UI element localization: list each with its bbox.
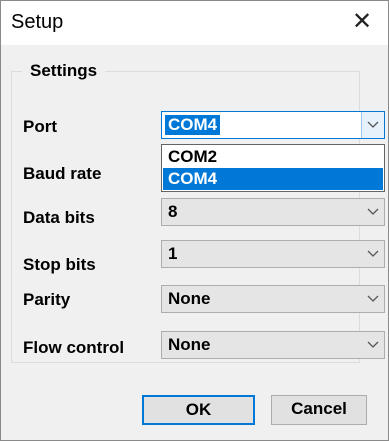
- data-bits-label: Data bits: [23, 208, 95, 227]
- parity-select[interactable]: None: [161, 285, 385, 313]
- close-icon[interactable]: ✕: [348, 8, 376, 36]
- stop-bits-select[interactable]: 1: [161, 240, 385, 268]
- settings-legend: Settings: [30, 61, 98, 80]
- chevron-down-icon[interactable]: [362, 286, 384, 312]
- flow-control-value: None: [168, 335, 211, 354]
- cancel-button[interactable]: Cancel: [271, 395, 367, 425]
- port-option-com4[interactable]: COM4: [163, 168, 383, 190]
- data-bits-select[interactable]: 8: [161, 198, 385, 226]
- parity-label: Parity: [23, 290, 71, 309]
- title-bar: Setup ✕: [1, 1, 388, 45]
- port-select-value: COM4: [165, 115, 221, 135]
- baud-rate-label: Baud rate: [23, 164, 102, 183]
- stop-bits-label: Stop bits: [23, 255, 96, 274]
- window-title: Setup: [11, 11, 64, 33]
- port-dropdown-list: COM2 COM4: [161, 144, 385, 192]
- data-bits-value: 8: [168, 202, 178, 221]
- ok-button[interactable]: OK: [142, 395, 255, 425]
- chevron-down-icon[interactable]: [361, 112, 384, 138]
- flow-control-label: Flow control: [23, 338, 125, 357]
- port-option-com2[interactable]: COM2: [163, 146, 383, 168]
- stop-bits-value: 1: [168, 244, 178, 263]
- chevron-down-icon[interactable]: [362, 199, 384, 225]
- parity-value: None: [168, 289, 211, 308]
- port-select[interactable]: COM4: [161, 111, 385, 139]
- port-label: Port: [23, 117, 57, 136]
- setup-dialog: Setup ✕ Settings Port COM4 COM2 COM4 Bau…: [0, 0, 389, 441]
- chevron-down-icon[interactable]: [362, 332, 384, 358]
- flow-control-select[interactable]: None: [161, 331, 385, 359]
- chevron-down-icon[interactable]: [362, 241, 384, 267]
